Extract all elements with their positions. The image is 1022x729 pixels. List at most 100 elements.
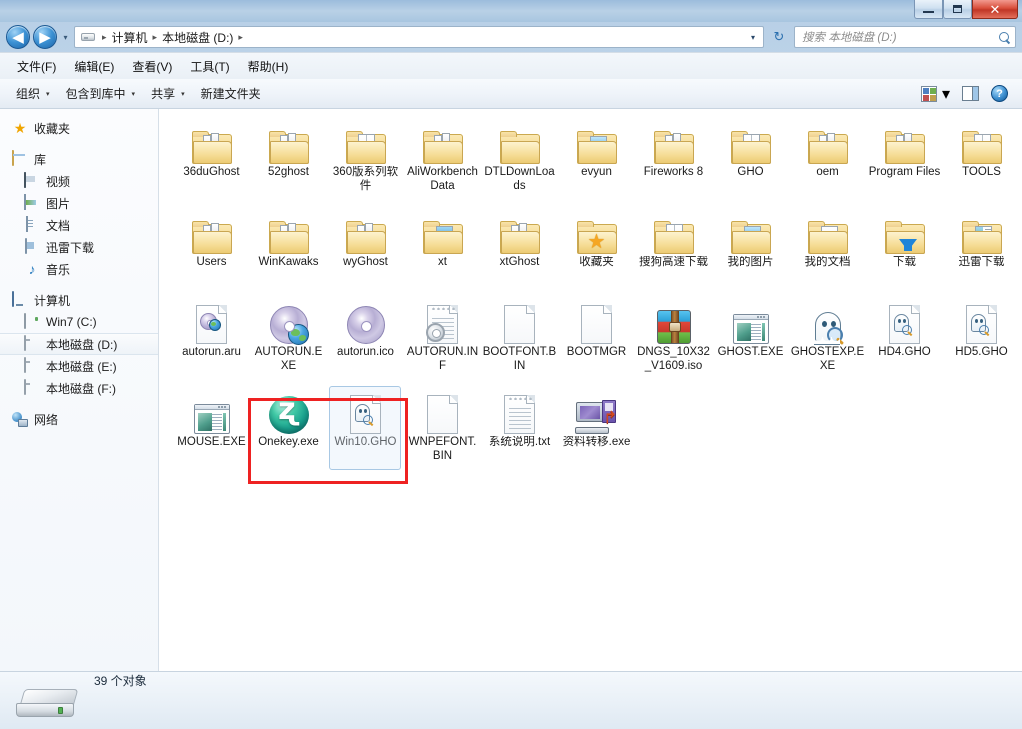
thunder-download-icon [24, 239, 40, 255]
file-item[interactable]: oem [789, 114, 866, 204]
sidebar-item-computer[interactable]: 计算机 [0, 289, 158, 311]
file-item[interactable]: evyun [558, 114, 635, 204]
file-name-label: BOOTMGR [560, 346, 634, 360]
breadcrumb-computer[interactable]: 计算机 [110, 29, 150, 46]
file-item[interactable]: Win10.GHO [327, 384, 404, 474]
breadcrumb-separator-icon[interactable]: ▸ [235, 32, 246, 43]
file-item[interactable]: 我的图片 [712, 204, 789, 294]
file-item[interactable]: WinKawaks [250, 204, 327, 294]
sidebar-item-drive-c[interactable]: Win7 (C:) [0, 311, 158, 333]
file-name-label: GHO [714, 166, 788, 180]
address-history-dropdown-icon[interactable]: ▾ [747, 33, 761, 42]
file-item[interactable]: Users [173, 204, 250, 294]
file-icon-box [188, 118, 236, 164]
file-item[interactable]: AUTORUN.INF [404, 294, 481, 384]
breadcrumb-drive-d[interactable]: 本地磁盘 (D:) [160, 29, 235, 46]
menu-view[interactable]: 查看(V) [123, 55, 181, 78]
file-item[interactable]: 360版系列软件 [327, 114, 404, 204]
navigation-pane[interactable]: ★ 收藏夹 库 视频 图片 文档 [0, 109, 159, 671]
file-item[interactable]: xt [404, 204, 481, 294]
file-name-label: HD4.GHO [868, 346, 942, 360]
file-item[interactable]: AUTORUN.EXE [250, 294, 327, 384]
file-item[interactable]: GHOSTEXP.EXE [789, 294, 866, 384]
sidebar-item-drive-d[interactable]: 本地磁盘 (D:) [0, 333, 158, 355]
file-list-pane[interactable]: 36duGhost52ghost360版系列软件AliWorkbenchData… [159, 109, 1022, 671]
file-icon-box [650, 298, 698, 344]
file-item[interactable]: 系统说明.txt [481, 384, 558, 474]
recent-pages-caret-icon[interactable]: ▾ [59, 33, 72, 42]
file-item[interactable]: BOOTMGR [558, 294, 635, 384]
folder-icon [885, 131, 925, 164]
file-item[interactable]: Onekey.exe [250, 384, 327, 474]
file-name-label: GHOSTEXP.EXE [791, 346, 865, 373]
file-item[interactable]: ★收藏夹 [558, 204, 635, 294]
menu-edit[interactable]: 编辑(E) [65, 55, 123, 78]
open-folder-icon [346, 131, 386, 164]
file-item[interactable]: WNPEFONT.BIN [404, 384, 481, 474]
refresh-button[interactable]: ↻ [767, 25, 791, 49]
file-item[interactable]: HD5.GHO [943, 294, 1020, 384]
minimize-button[interactable] [914, 0, 943, 19]
toolbar-new-folder[interactable]: 新建文件夹 [193, 81, 269, 106]
file-item[interactable]: 下载 [866, 204, 943, 294]
file-item[interactable]: autorun.aru [173, 294, 250, 384]
address-bar[interactable]: ▸ 计算机 ▸ 本地磁盘 (D:) ▸ ▾ [74, 26, 764, 48]
ghost-image-file-icon [966, 305, 997, 344]
network-icon [12, 411, 28, 427]
file-item[interactable]: 迅雷下载 [943, 204, 1020, 294]
system-drive-icon [24, 314, 40, 330]
file-item[interactable]: autorun.ico [327, 294, 404, 384]
search-input[interactable]: 搜索 本地磁盘 (D:) [794, 26, 1016, 48]
sidebar-item-label: 文档 [46, 217, 70, 234]
file-item[interactable]: GHO [712, 114, 789, 204]
file-item[interactable]: DTLDownLoads [481, 114, 558, 204]
sidebar-item-drive-f[interactable]: 本地磁盘 (F:) [0, 377, 158, 399]
file-icon-box [804, 298, 852, 344]
file-item[interactable]: 36duGhost [173, 114, 250, 204]
file-item[interactable]: HD4.GHO [866, 294, 943, 384]
file-item[interactable]: xtGhost [481, 204, 558, 294]
toolbar-include-in-library[interactable]: 包含到库中 ▾ [58, 81, 144, 106]
file-item[interactable]: BOOTFONT.BIN [481, 294, 558, 384]
close-button[interactable]: ✕ [972, 0, 1018, 19]
sidebar-item-pictures[interactable]: 图片 [0, 192, 158, 214]
file-item[interactable]: 搜狗高速下载 [635, 204, 712, 294]
file-item[interactable]: TOOLS [943, 114, 1020, 204]
file-icon-box [958, 208, 1006, 254]
sidebar-item-videos[interactable]: 视频 [0, 170, 158, 192]
toolbar-organize[interactable]: 组织 ▾ [8, 81, 58, 106]
drive-preview-icon [16, 689, 78, 723]
file-item[interactable]: Fireworks 8 [635, 114, 712, 204]
file-item[interactable]: 我的文档 [789, 204, 866, 294]
menu-file[interactable]: 文件(F) [8, 55, 65, 78]
file-name-label: MOUSE.EXE [175, 436, 249, 450]
drive-icon [24, 380, 40, 396]
help-button[interactable]: ? [985, 82, 1014, 105]
sidebar-item-drive-e[interactable]: 本地磁盘 (E:) [0, 355, 158, 377]
file-item[interactable]: wyGhost [327, 204, 404, 294]
sidebar-item-favorites[interactable]: ★ 收藏夹 [0, 117, 158, 139]
sidebar-item-network[interactable]: 网络 [0, 408, 158, 430]
file-item[interactable]: DNGS_10X32_V1609.iso [635, 294, 712, 384]
file-icon-box [265, 208, 313, 254]
maximize-button[interactable] [943, 0, 972, 19]
toolbar-share[interactable]: 共享 ▾ [143, 81, 193, 106]
back-button[interactable]: ◀ [6, 25, 30, 49]
file-item[interactable]: GHOST.EXE [712, 294, 789, 384]
menu-tools[interactable]: 工具(T) [181, 55, 238, 78]
sidebar-item-music[interactable]: ♪ 音乐 [0, 258, 158, 280]
file-item[interactable]: MOUSE.EXE [173, 384, 250, 474]
file-item[interactable]: AliWorkbenchData [404, 114, 481, 204]
video-icon [24, 173, 40, 189]
menu-help[interactable]: 帮助(H) [239, 55, 298, 78]
file-item[interactable]: 52ghost [250, 114, 327, 204]
file-icon-box [496, 118, 544, 164]
forward-button[interactable]: ▶ [33, 25, 57, 49]
change-view-button[interactable]: ▾ [915, 81, 956, 107]
file-item[interactable]: ↰资料转移.exe [558, 384, 635, 474]
sidebar-item-documents[interactable]: 文档 [0, 214, 158, 236]
sidebar-item-thunder-download[interactable]: 迅雷下载 [0, 236, 158, 258]
sidebar-item-libraries[interactable]: 库 [0, 148, 158, 170]
preview-pane-button[interactable] [956, 83, 985, 104]
file-item[interactable]: Program Files [866, 114, 943, 204]
